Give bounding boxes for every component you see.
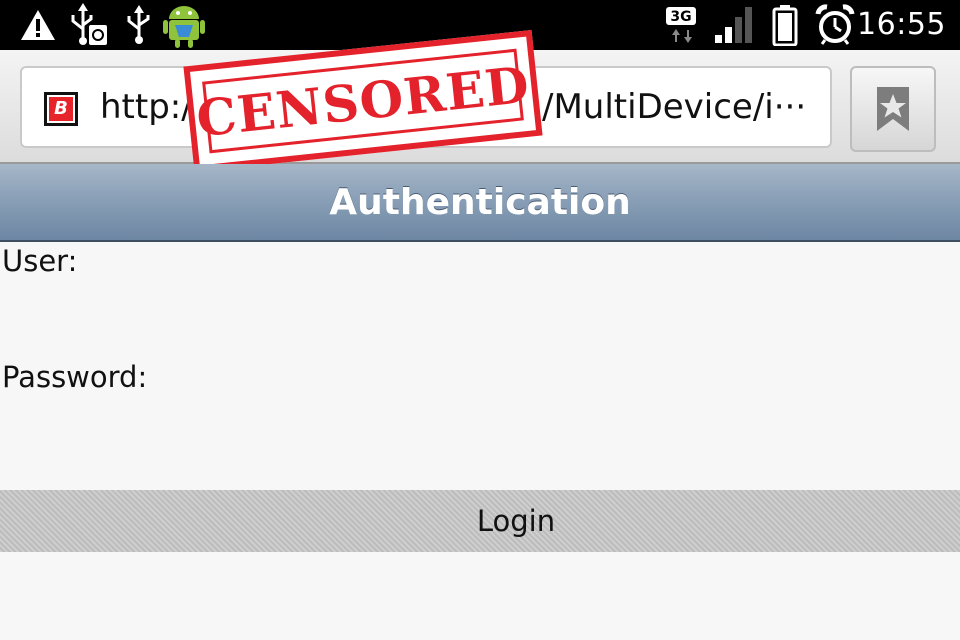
network-label: 3G [670,9,691,25]
user-label: User: [2,244,78,278]
warning-icon [18,0,58,50]
usb-debug-icon [68,0,110,50]
usb-icon [122,0,156,50]
censored-stamp-text: CENSORED [194,48,532,154]
url-text-end: /MultiDevice/i··· [542,87,807,127]
signal-icon [712,0,756,50]
page-title: Authentication [329,181,631,223]
user-input[interactable] [0,282,960,342]
page-header: Authentication [0,164,960,242]
password-label: Password: [2,360,148,394]
bookmark-star-icon [877,87,909,131]
site-favicon: B [44,92,78,126]
android-icon [160,0,208,50]
network-3g-icon: 3G [664,0,700,50]
url-text-start: http:/ [100,87,193,127]
battery-icon [770,0,800,50]
alarm-icon [814,0,856,50]
bookmark-button[interactable] [850,66,936,152]
password-input[interactable] [0,398,960,458]
favicon-letter: B [49,97,73,121]
login-button-label: Login [476,504,556,538]
login-button[interactable]: Login [0,490,960,552]
status-time: 16:55 [857,7,946,42]
